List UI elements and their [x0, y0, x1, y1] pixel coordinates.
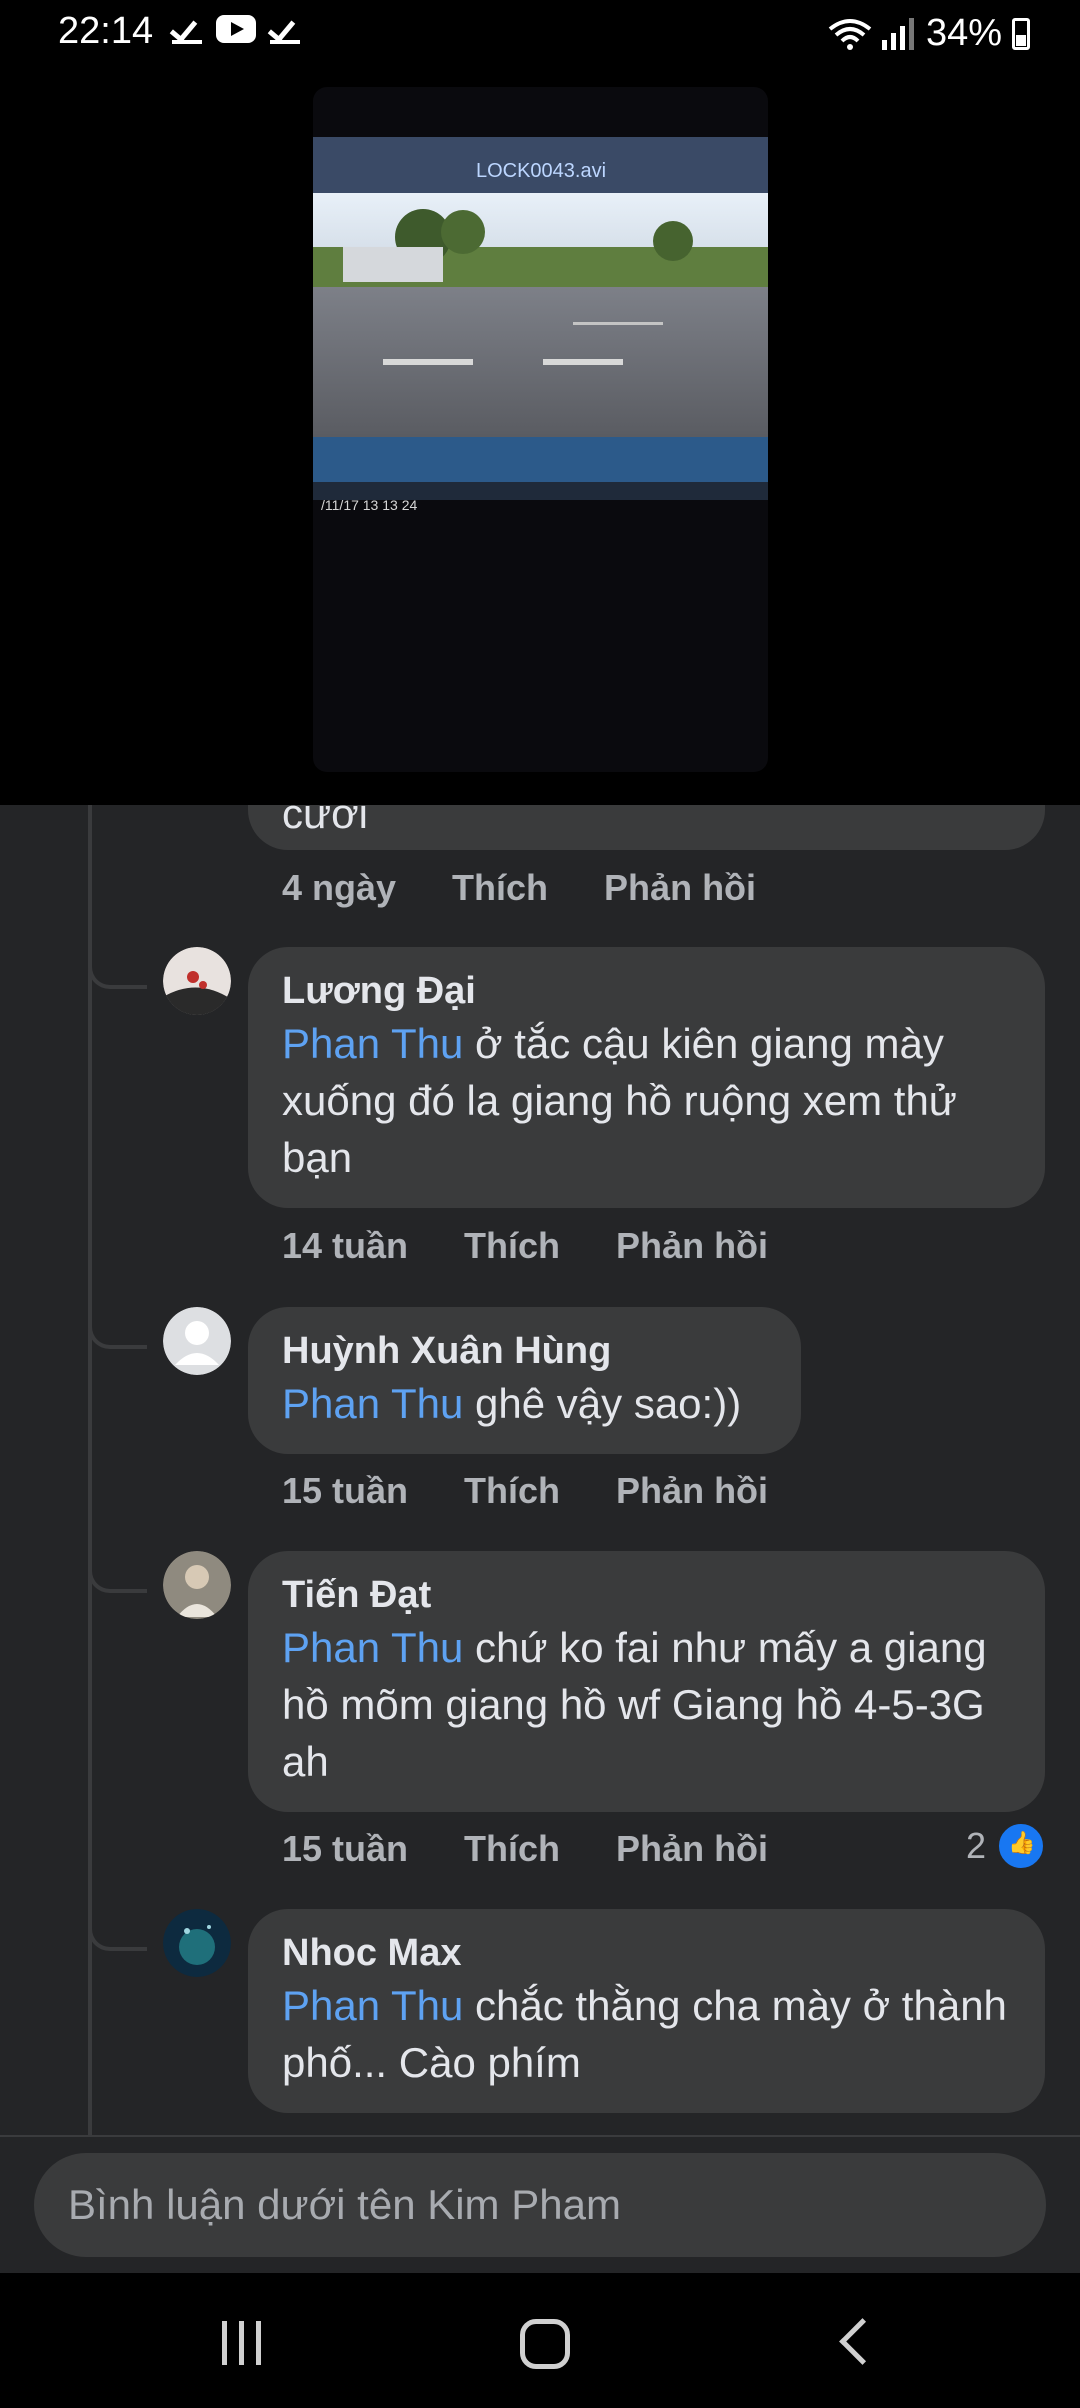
mention-link[interactable]: Phan Thu: [282, 1982, 463, 2029]
signal-icon: [881, 17, 914, 50]
comment-text: Phan Thu ở tắc cậu kiên giang mày xuống …: [282, 1020, 957, 1181]
thread-connector: [88, 955, 147, 989]
comment-text: cười: [282, 805, 368, 837]
reply-link[interactable]: Phản hồi: [616, 1828, 768, 1870]
video-frame[interactable]: LOCK0043.avi /11/17 13 13 24: [313, 87, 768, 772]
avatar[interactable]: [163, 1909, 231, 1977]
comment-text: Phan Thu chắc thằng cha mày ở thành phố.…: [282, 1982, 1007, 2086]
home-button[interactable]: [516, 2313, 576, 2373]
comment-bubble[interactable]: Nhoc Max Phan Thu chắc thằng cha mày ở t…: [248, 1909, 1045, 2113]
comment-author[interactable]: Huỳnh Xuân Hùng: [282, 1327, 767, 1375]
comment-time: 14 tuần: [282, 1225, 409, 1266]
comment-thread[interactable]: cười 4 ngày Thích Phản hồi Lương Đại Pha…: [0, 805, 1080, 2135]
comment-time: 4 ngày: [282, 867, 397, 908]
status-bar: 22:14 34%: [0, 0, 1080, 70]
status-time: 22:14: [58, 10, 154, 52]
comment-meta: 15 tuần Thích Phản hồi: [282, 1470, 824, 1512]
video-player[interactable]: LOCK0043.avi /11/17 13 13 24: [0, 70, 1080, 805]
comment-bubble[interactable]: Lương Đại Phan Thu ở tắc cậu kiên giang …: [248, 947, 1045, 1208]
like-reaction-icon: [996, 1821, 1046, 1871]
comment-input[interactable]: [34, 2153, 1046, 2257]
comment-bubble[interactable]: cười: [248, 805, 1045, 850]
comment-text: Phan Thu ghê vậy sao:)): [282, 1380, 742, 1427]
recent-apps-button[interactable]: [212, 2313, 272, 2373]
wifi-icon: [828, 18, 872, 50]
check-icon: [270, 14, 300, 44]
thread-connector: [88, 1559, 147, 1593]
avatar[interactable]: [163, 947, 231, 1015]
reaction-summary[interactable]: 2: [966, 1821, 1046, 1871]
comment-meta: 14 tuần Thích Phản hồi: [282, 1225, 824, 1267]
system-icons: 34%: [828, 12, 1030, 55]
reply-link[interactable]: Phản hồi: [616, 1225, 768, 1267]
avatar[interactable]: [163, 1307, 231, 1375]
comment-meta: 15 tuần Thích Phản hồi: [282, 1828, 824, 1870]
comment-meta: 4 ngày Thích Phản hồi: [282, 867, 812, 909]
comment-bubble[interactable]: Huỳnh Xuân Hùng Phan Thu ghê vậy sao:)): [248, 1307, 801, 1454]
battery-icon: [1012, 17, 1030, 50]
reply-link[interactable]: Phản hồi: [616, 1470, 768, 1512]
video-filename: LOCK0043.avi: [476, 160, 606, 182]
avatar[interactable]: [163, 1551, 231, 1619]
comment-bubble[interactable]: Tiến Đạt Phan Thu chứ ko fai như mấy a g…: [248, 1551, 1045, 1812]
video-thumbnail: LOCK0043.avi /11/17 13 13 24: [313, 137, 768, 627]
reaction-count: 2: [965, 1825, 986, 1866]
like-link[interactable]: Thích: [464, 1225, 560, 1267]
youtube-icon: [216, 15, 256, 43]
comment-time: 15 tuần: [282, 1828, 409, 1869]
comment-author[interactable]: Tiến Đạt: [282, 1571, 1011, 1619]
video-timestamp: /11/17 13 13 24: [321, 497, 417, 513]
thread-connector: [88, 1917, 147, 1951]
comment-text: Phan Thu chứ ko fai như mấy a giang hồ m…: [282, 1624, 987, 1785]
reply-link[interactable]: Phản hồi: [604, 867, 756, 909]
check-icon: [172, 14, 202, 44]
comment-composer: [0, 2135, 1080, 2275]
battery-percent: 34%: [925, 12, 1002, 54]
comment-author[interactable]: Lương Đại: [282, 967, 1011, 1015]
comment-author[interactable]: Nhoc Max: [282, 1929, 1011, 1977]
mention-link[interactable]: Phan Thu: [282, 1020, 463, 1067]
system-nav-bar: [0, 2273, 1080, 2408]
like-link[interactable]: Thích: [464, 1470, 560, 1512]
comment-time: 15 tuần: [282, 1470, 409, 1511]
like-link[interactable]: Thích: [452, 867, 548, 909]
thread-connector: [88, 1315, 147, 1349]
like-link[interactable]: Thích: [464, 1828, 560, 1870]
notification-icons: [172, 14, 300, 44]
mention-link[interactable]: Phan Thu: [282, 1624, 463, 1671]
back-button[interactable]: [830, 2313, 890, 2373]
mention-link[interactable]: Phan Thu: [282, 1380, 463, 1427]
